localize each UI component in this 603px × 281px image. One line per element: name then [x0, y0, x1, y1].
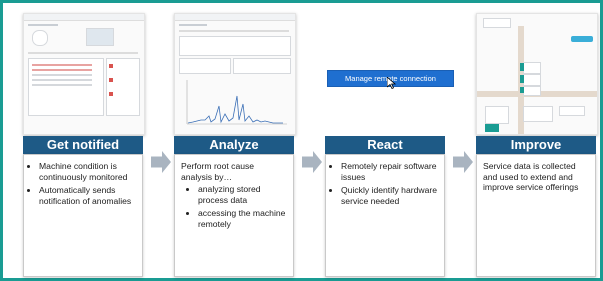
- bullet: Machine condition is continuously monito…: [39, 161, 138, 182]
- selector-panel: [179, 58, 231, 74]
- tree-node: [523, 86, 541, 96]
- node-marker: [520, 63, 524, 71]
- chevron-right-arrow: [151, 151, 171, 173]
- analysis-screenshot: [174, 13, 296, 135]
- selector-panel: [233, 58, 291, 74]
- step-description: Machine condition is continuously monito…: [23, 154, 143, 277]
- step-title: Analyze: [174, 136, 294, 154]
- node-marker: [520, 87, 524, 93]
- tree-node: [485, 106, 509, 124]
- step-text: Service data is collected and used to ex…: [483, 161, 579, 192]
- bullet: Automatically sends notification of anom…: [39, 185, 138, 206]
- alert-row: [32, 69, 92, 71]
- map-thumbnail: [86, 28, 114, 46]
- text-line: [28, 24, 58, 26]
- table-row: [32, 84, 92, 86]
- spectrum-chart: [186, 80, 287, 125]
- text-line: [28, 52, 138, 54]
- step-title: Get notified: [23, 136, 143, 154]
- bullet: Remotely repair software issues: [341, 161, 440, 182]
- slide-frame: Get notified Machine condition is contin…: [0, 0, 603, 281]
- table-row: [32, 79, 92, 81]
- tree-node: [523, 62, 541, 74]
- alarm-table: [28, 58, 104, 116]
- bullet: accessing the machine remotely: [198, 208, 289, 229]
- chevron-right-arrow: [302, 151, 322, 173]
- step-description: Remotely repair software issues Quickly …: [325, 154, 445, 277]
- alert-dot: [109, 92, 113, 96]
- tree-node: [523, 74, 541, 86]
- chevron-right-arrow: [453, 151, 473, 173]
- alert-row: [32, 64, 92, 66]
- alert-dot: [109, 78, 113, 82]
- bullet: analyzing stored process data: [198, 184, 289, 205]
- window-titlebar: [175, 14, 295, 21]
- table-row: [32, 74, 92, 76]
- bullet: Quickly identify hardware service needed: [341, 185, 440, 206]
- node-marker: [520, 75, 524, 83]
- window-titlebar: [24, 14, 144, 21]
- step-intro: Perform root cause analysis by…: [181, 161, 255, 182]
- machine-icon: [32, 30, 48, 46]
- alert-dot: [109, 64, 113, 68]
- tree-node: [559, 106, 585, 116]
- tab-strip: [179, 30, 289, 32]
- step-description: Service data is collected and used to ex…: [476, 154, 596, 277]
- mouse-cursor-icon: [387, 77, 397, 89]
- tree-node: [523, 106, 553, 122]
- filter-panel: [179, 36, 291, 56]
- step-description: Perform root cause analysis by… analyzin…: [174, 154, 294, 277]
- service-data-screenshot: [476, 13, 598, 135]
- text-line: [179, 24, 207, 26]
- step-title: React: [325, 136, 445, 154]
- step-title: Improve: [476, 136, 596, 154]
- dashboard-screenshot: [23, 13, 145, 135]
- node-marker: [485, 124, 499, 132]
